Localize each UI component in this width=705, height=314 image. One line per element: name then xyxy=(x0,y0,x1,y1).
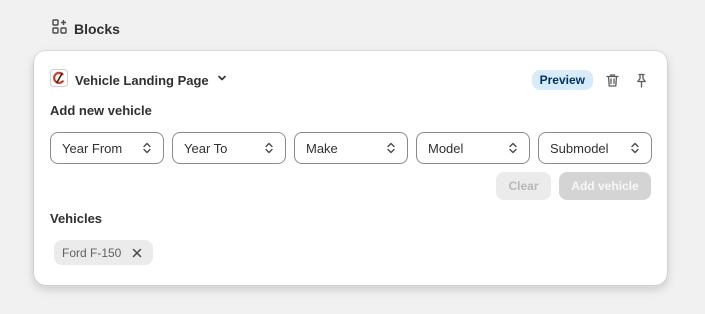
vehicle-tag: Ford F-150 xyxy=(54,240,154,265)
submodel-select[interactable]: Submodel xyxy=(538,132,652,164)
select-chevron-icon xyxy=(631,142,639,154)
select-value: Year From xyxy=(62,140,123,156)
year-from-select[interactable]: Year From xyxy=(50,132,164,164)
select-value: Submodel xyxy=(550,140,609,156)
make-select[interactable]: Make xyxy=(294,132,408,164)
select-chevron-icon xyxy=(143,142,151,154)
select-value: Year To xyxy=(184,140,228,156)
blocks-header: Blocks xyxy=(52,19,120,39)
select-chevron-icon xyxy=(387,142,395,154)
pin-icon xyxy=(636,73,646,88)
vehicles-heading: Vehicles xyxy=(50,211,103,226)
add-vehicle-button[interactable]: Add vehicle xyxy=(559,172,651,200)
pin-button[interactable] xyxy=(631,70,651,90)
add-vehicle-heading: Add new vehicle xyxy=(50,103,152,118)
block-title-dropdown[interactable]: Vehicle Landing Page xyxy=(50,68,228,92)
block-title: Vehicle Landing Page xyxy=(75,72,209,88)
block-actions: Preview xyxy=(531,70,651,90)
clear-button[interactable]: Clear xyxy=(496,172,551,200)
block-header: Vehicle Landing Page Preview xyxy=(50,68,651,92)
vehicle-select-row: Year From Year To Make Model Submodel xyxy=(50,132,652,164)
close-icon xyxy=(133,248,142,257)
vehicle-tag-label: Ford F-150 xyxy=(62,245,122,260)
form-actions: Clear Add vehicle xyxy=(496,172,651,200)
vehicle-block-card: Vehicle Landing Page Preview Add new veh… xyxy=(34,51,667,285)
year-to-select[interactable]: Year To xyxy=(172,132,286,164)
select-value: Model xyxy=(428,140,464,156)
trash-icon xyxy=(605,73,619,87)
model-select[interactable]: Model xyxy=(416,132,530,164)
remove-vehicle-button[interactable] xyxy=(130,246,144,260)
preview-badge: Preview xyxy=(531,70,593,90)
select-chevron-icon xyxy=(265,142,273,154)
chevron-down-icon xyxy=(216,71,228,89)
select-chevron-icon xyxy=(509,142,517,154)
delete-button[interactable] xyxy=(602,70,622,90)
blocks-icon xyxy=(52,19,67,39)
blocks-title: Blocks xyxy=(74,21,120,37)
select-value: Make xyxy=(306,140,338,156)
app-logo-icon xyxy=(50,68,68,92)
